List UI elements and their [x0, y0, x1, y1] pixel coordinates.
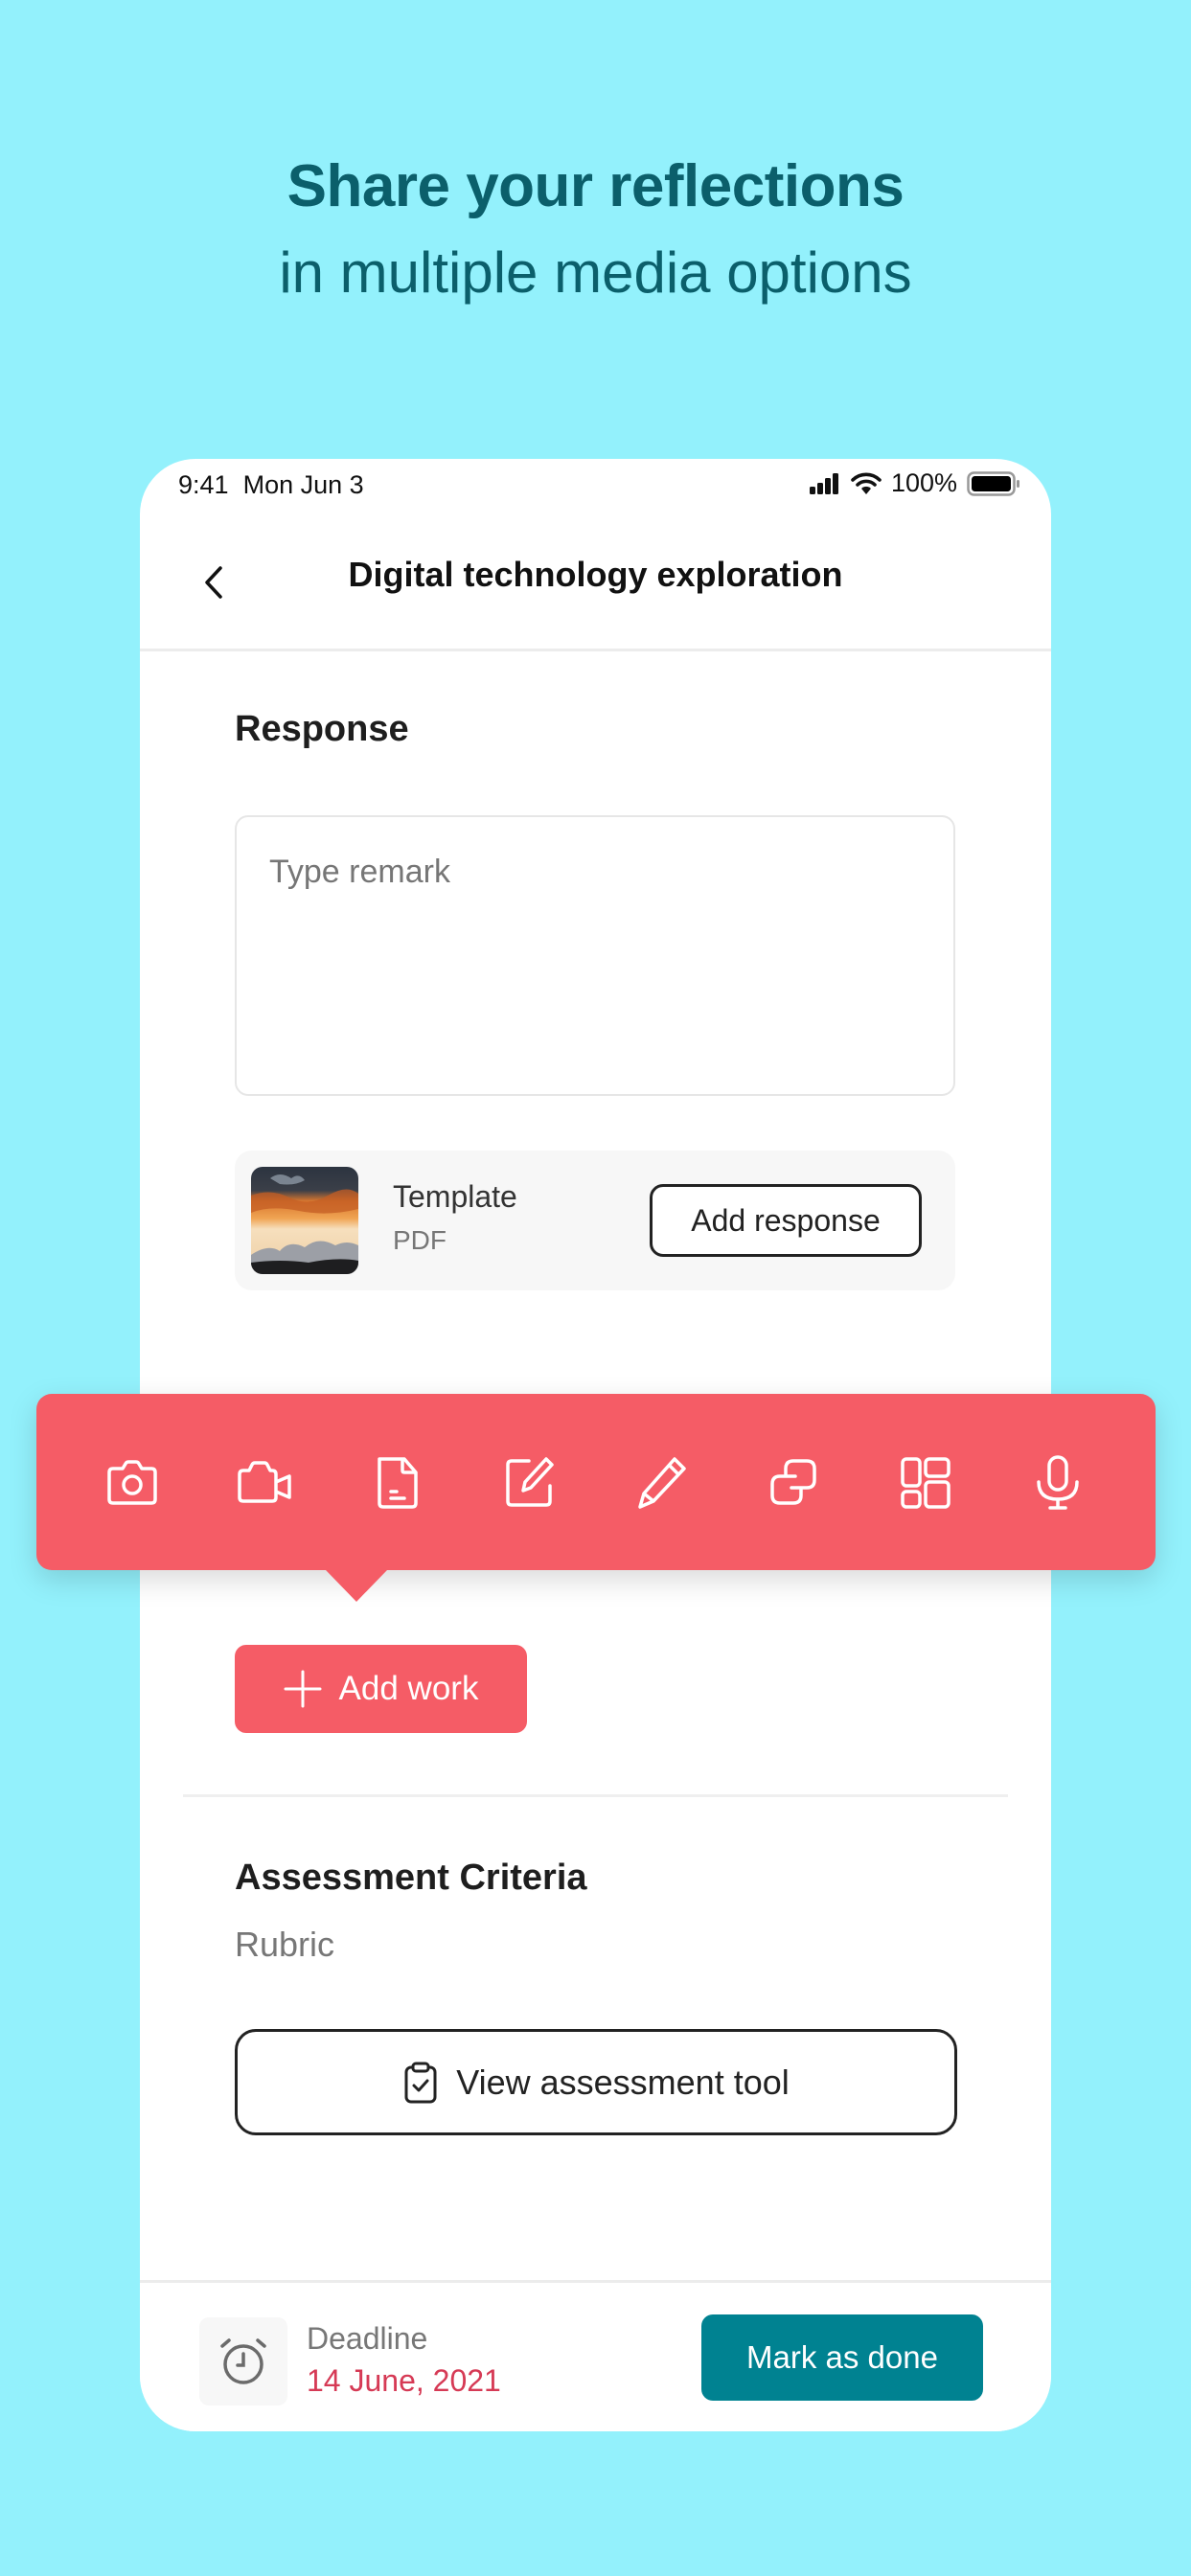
- bottom-bar: Deadline 14 June, 2021 Mark as done: [140, 2280, 1051, 2431]
- video-camera-icon: [238, 1461, 291, 1503]
- status-clock: 9:41: [178, 470, 229, 499]
- file-icon: [378, 1457, 418, 1509]
- status-bar: 9:41 Mon Jun 3 100%: [140, 459, 1051, 513]
- edit-note-icon: [506, 1457, 554, 1507]
- attachment-card: Template PDF Add response: [235, 1151, 955, 1290]
- attachment-type: PDF: [393, 1225, 447, 1255]
- media-options-toolbar: [36, 1394, 1156, 1602]
- status-time: 9:41 Mon Jun 3: [178, 470, 364, 500]
- apps-button[interactable]: [887, 1444, 964, 1520]
- attachment-thumbnail[interactable]: [251, 1167, 358, 1274]
- signal-icon: [809, 472, 841, 494]
- microphone-icon: [1037, 1455, 1079, 1510]
- wifi-icon: [851, 472, 882, 495]
- camera-button[interactable]: [94, 1444, 171, 1520]
- assessment-heading: Assessment Criteria: [235, 1858, 587, 1898]
- sunset-image: [251, 1167, 358, 1274]
- battery-percent: 100%: [890, 468, 957, 497]
- pencil-icon: [638, 1457, 686, 1509]
- add-work-button[interactable]: Add work: [235, 1645, 527, 1733]
- clipboard-check-icon: [404, 2062, 437, 2103]
- section-divider: [183, 1794, 1008, 1797]
- headline-line-1: Share your reflections: [286, 153, 905, 219]
- link-button[interactable]: [755, 1444, 832, 1520]
- remark-input[interactable]: [235, 815, 955, 1096]
- grid-icon: [901, 1457, 951, 1509]
- draw-button[interactable]: [623, 1444, 699, 1520]
- headline-line-2: in multiple media options: [279, 240, 912, 305]
- link-icon: [770, 1459, 816, 1505]
- camera-icon: [107, 1460, 157, 1505]
- response-heading: Response: [235, 709, 409, 749]
- mark-as-done-button[interactable]: Mark as done: [701, 2314, 983, 2401]
- video-button[interactable]: [226, 1444, 303, 1520]
- add-response-button[interactable]: Add response: [650, 1184, 922, 1257]
- status-indicators: 100%: [809, 468, 1020, 498]
- plus-icon: [284, 1670, 322, 1708]
- add-work-label: Add work: [338, 1670, 479, 1707]
- view-assessment-tool-label: View assessment tool: [456, 2062, 790, 2102]
- view-assessment-tool-button[interactable]: View assessment tool: [235, 2029, 957, 2135]
- note-button[interactable]: [491, 1444, 567, 1520]
- promo-headline: Share your reflections in multiple media…: [0, 144, 1191, 316]
- deadline-label: Deadline: [307, 2321, 428, 2356]
- nav-bar: Digital technology exploration: [140, 513, 1051, 651]
- audio-button[interactable]: [1019, 1444, 1096, 1520]
- deadline-icon-box: [199, 2317, 287, 2405]
- status-date: Mon Jun 3: [242, 470, 364, 499]
- assessment-subtitle: Rubric: [235, 1925, 335, 1964]
- page-title: Digital technology exploration: [348, 555, 843, 594]
- deadline-date: 14 June, 2021: [307, 2363, 501, 2398]
- battery-icon: [967, 470, 1020, 496]
- toolbar-pointer: [326, 1570, 387, 1602]
- attachment-name: Template: [393, 1179, 517, 1214]
- alarm-clock-icon: [220, 2338, 266, 2384]
- document-button[interactable]: [358, 1444, 435, 1520]
